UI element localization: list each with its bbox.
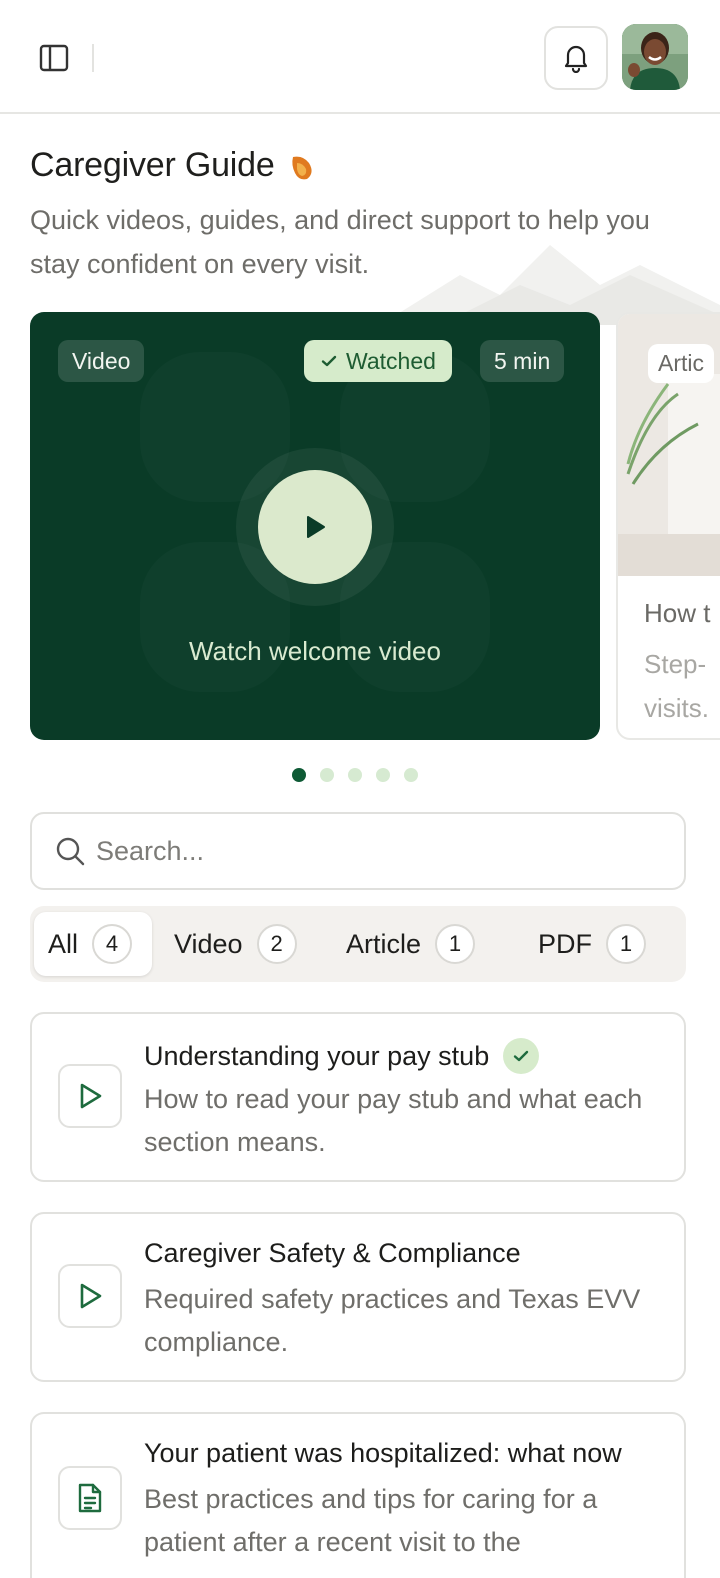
tab-count: 1	[606, 924, 646, 964]
watched-check-icon	[503, 1038, 540, 1074]
play-video-button[interactable]	[258, 470, 372, 584]
carousel-dot-3[interactable]	[348, 768, 362, 782]
type-badge: Video	[58, 340, 145, 382]
item-title: Caregiver Safety & Compliance	[144, 1238, 521, 1269]
search-input[interactable]	[96, 835, 656, 867]
watched-badge: Watched	[304, 340, 452, 382]
item-type-icon-box	[58, 1264, 122, 1328]
search-icon	[56, 837, 85, 866]
item-title-text: Understanding your pay stub	[144, 1040, 490, 1071]
tab-label: PDF	[538, 928, 592, 959]
avatar-image	[622, 24, 688, 90]
avatar[interactable]	[622, 24, 688, 90]
list-item[interactable]: Your patient was hospitalized: what now …	[30, 1412, 686, 1578]
tab-label: All	[48, 928, 79, 959]
tab-count: 2	[256, 924, 297, 964]
carousel-dot-1[interactable]	[292, 768, 306, 782]
item-type-icon-box	[58, 1466, 122, 1530]
item-type-icon-box	[58, 1064, 122, 1128]
duration-badge: 5 min	[480, 340, 565, 382]
sidebar-toggle-button[interactable]	[36, 40, 72, 76]
item-description: How to read your pay stub and what each …	[144, 1084, 643, 1157]
next-type-badge: Artic	[648, 344, 714, 383]
play-icon	[307, 516, 325, 538]
bell-icon	[564, 45, 588, 73]
notifications-button[interactable]	[544, 26, 608, 90]
page-title: Caregiver Guide	[30, 146, 315, 185]
featured-caption: Watch welcome video	[189, 636, 441, 666]
item-title: Your patient was hospitalized: what now	[144, 1438, 622, 1469]
carousel-pagination	[292, 768, 418, 782]
tab-label: Video	[174, 928, 243, 959]
tab-count: 1	[435, 924, 476, 964]
carousel-dot-4[interactable]	[376, 768, 390, 782]
item-description: Required safety practices and Texas EVV …	[144, 1284, 641, 1357]
item-title: Understanding your pay stub	[144, 1038, 540, 1074]
carousel-dot-5[interactable]	[404, 768, 418, 782]
tab-all[interactable]: All 4	[34, 912, 152, 976]
tab-label: Article	[346, 928, 422, 959]
carousel-dot-2[interactable]	[320, 768, 334, 782]
featured-video-card[interactable]: Video Watched 5 min Watch welcome video	[30, 312, 600, 740]
item-title-text: Your patient was hospitalized: what now	[144, 1438, 622, 1468]
check-icon	[321, 355, 337, 367]
list-item[interactable]: Understanding your pay stub How to read …	[30, 1012, 686, 1182]
next-card-desc-line: Step- visits.	[644, 649, 709, 723]
tab-pdf[interactable]: PDF 1	[524, 912, 660, 976]
watched-label: Watched	[346, 347, 436, 374]
play-icon	[80, 1083, 102, 1109]
page-subtitle: Quick videos, guides, and direct support…	[30, 205, 650, 279]
play-icon	[80, 1283, 102, 1309]
tab-video[interactable]: Video 2	[160, 912, 311, 976]
document-icon	[78, 1483, 102, 1513]
sidebar-panel-icon	[39, 44, 69, 72]
tab-article[interactable]: Article 1	[332, 912, 489, 976]
filter-tabs: All 4 Video 2 Article 1 PDF 1	[30, 906, 686, 982]
next-carousel-card[interactable]: Artic How t Step- visits.	[616, 312, 720, 740]
item-description: Best practices and tips for caring for a…	[144, 1484, 598, 1557]
next-card-title: How t	[644, 598, 711, 628]
flame-icon	[291, 156, 312, 179]
search-box	[30, 812, 686, 890]
top-bar	[0, 0, 720, 114]
item-title-text: Caregiver Safety & Compliance	[144, 1238, 521, 1268]
header-divider	[92, 44, 94, 72]
list-item[interactable]: Caregiver Safety & Compliance Required s…	[30, 1212, 686, 1382]
next-card-desc: Step- visits.	[644, 642, 720, 730]
tab-count: 4	[92, 924, 133, 964]
page-title-text: Caregiver Guide	[30, 146, 275, 184]
